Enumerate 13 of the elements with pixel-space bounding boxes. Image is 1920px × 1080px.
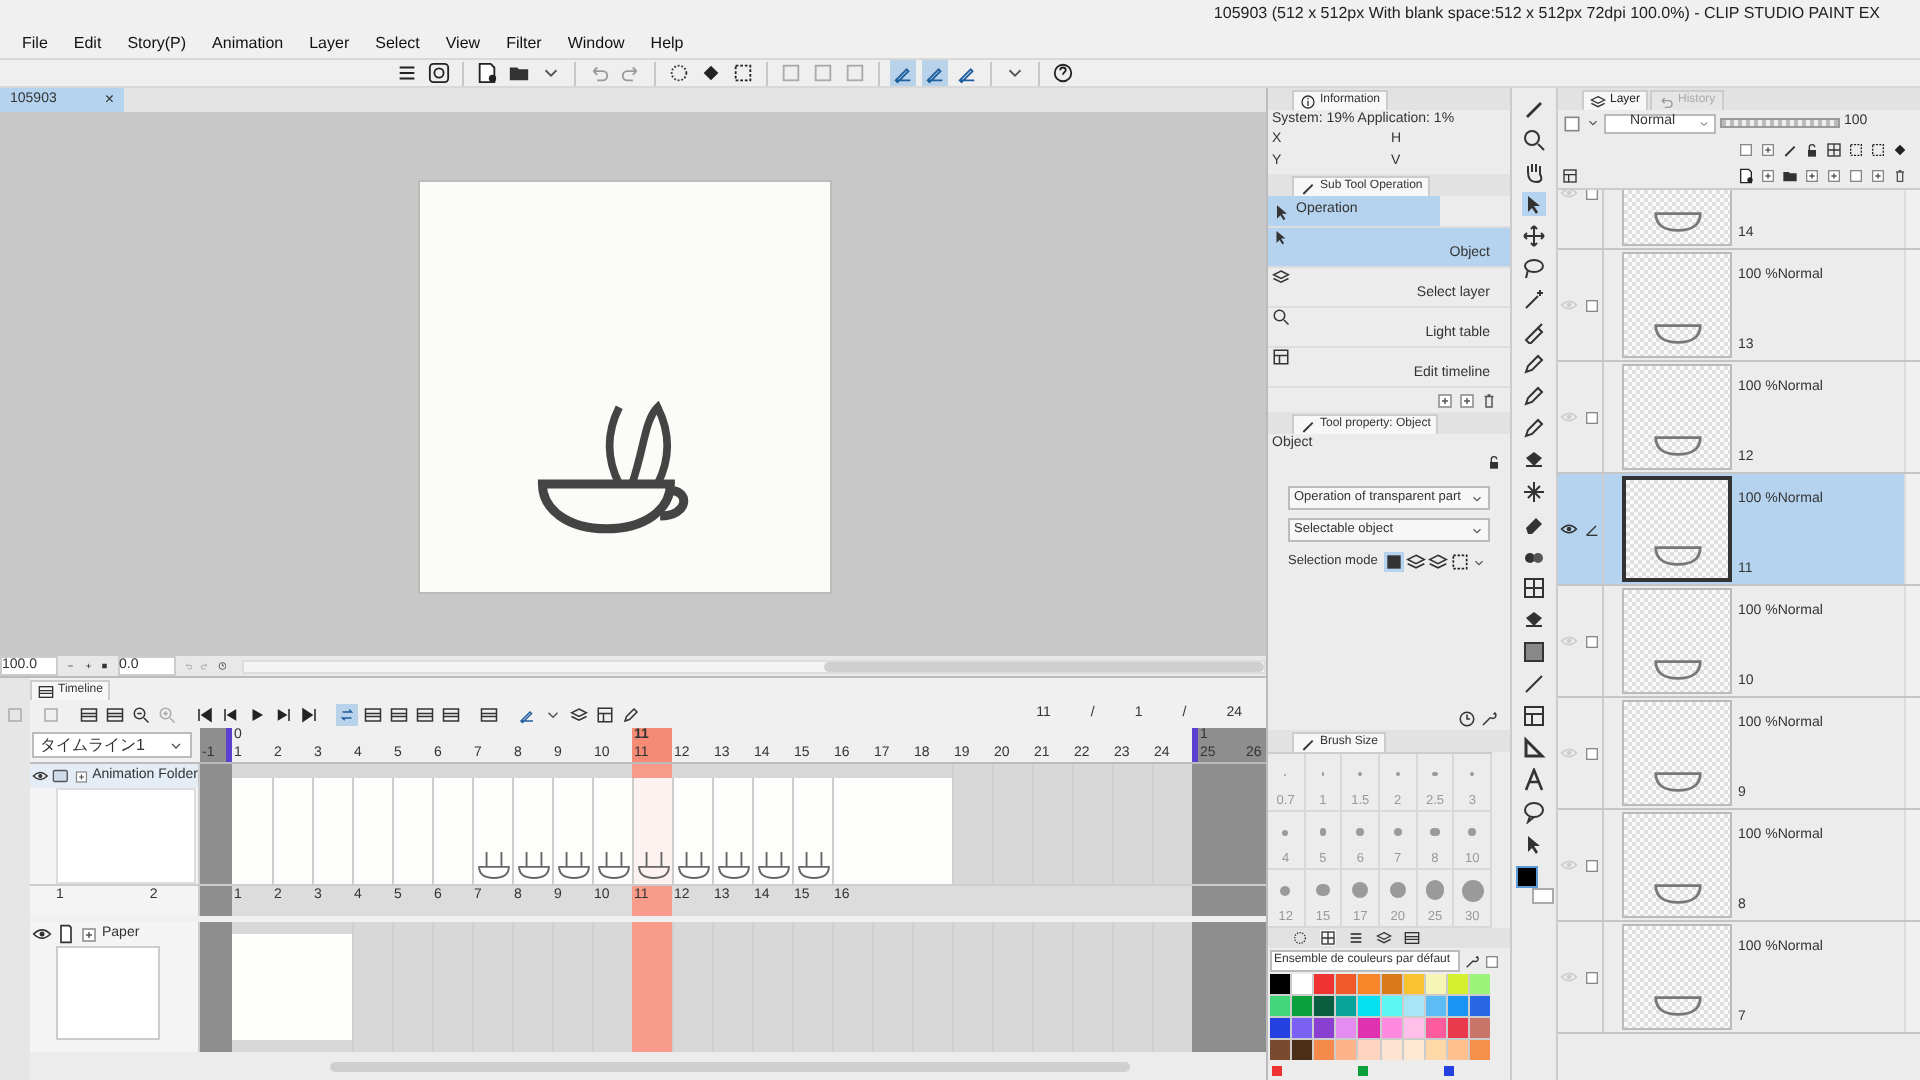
window-title: 105903 (512 x 512px With blank space:512 x 512px 72dpi 100.0%) - CLIP STUDIO PAINT EX xyxy=(1213,2,1880,26)
menu-item[interactable]: Animation xyxy=(212,31,284,55)
timeline-dropdown[interactable]: タイムライン1 xyxy=(32,732,192,758)
menu-item[interactable]: Window xyxy=(567,31,625,55)
close-button[interactable]: × xyxy=(104,92,114,108)
menu-item[interactable]: Filter xyxy=(506,31,542,55)
menu-item[interactable]: Help xyxy=(650,31,684,55)
menu-item[interactable]: View xyxy=(445,31,481,55)
menu-item[interactable]: Layer xyxy=(309,31,350,55)
menu-item[interactable]: Select xyxy=(375,31,420,55)
menu-item[interactable]: File xyxy=(22,31,48,55)
menu-item[interactable]: Story(P) xyxy=(127,31,187,55)
menu-item[interactable]: Edit xyxy=(73,31,102,55)
